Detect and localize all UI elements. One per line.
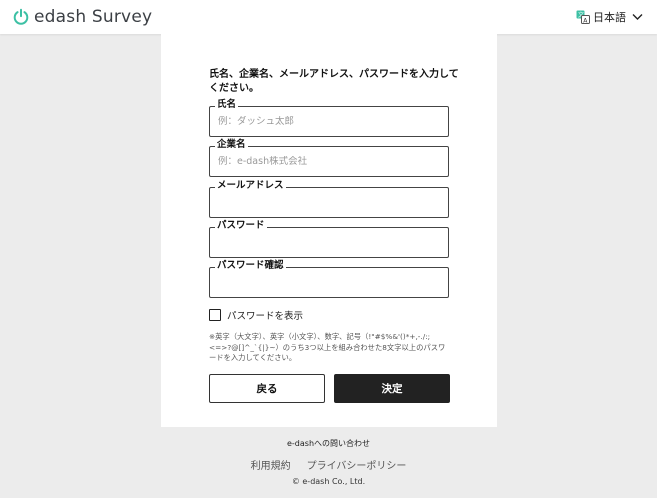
email-field[interactable]: メールアドレス	[209, 180, 449, 218]
language-selector[interactable]: 文 A 日本語	[576, 9, 643, 25]
password-label: パスワード	[215, 220, 267, 232]
logo-text: edash Survey	[34, 7, 153, 27]
show-password-checkbox[interactable]	[209, 309, 221, 321]
show-password-toggle[interactable]: パスワードを表示	[209, 308, 303, 322]
email-label: メールアドレス	[215, 180, 286, 192]
password-hint: ※英字（大文字）、英字（小文字）、数字、記号（!"#$%&'()*+,-./:;…	[209, 332, 446, 362]
company-input[interactable]	[218, 156, 438, 167]
back-button[interactable]: 戻る	[209, 374, 325, 403]
submit-button[interactable]: 決定	[334, 374, 450, 403]
header: edash Survey 文 A 日本語	[0, 0, 657, 34]
privacy-link[interactable]: プライバシーポリシー	[307, 457, 407, 472]
registration-card: 氏名、企業名、メールアドレス、パスワードを入力してください。 氏名 企業名 メー…	[161, 34, 497, 427]
terms-link[interactable]: 利用規約	[251, 457, 291, 472]
name-field[interactable]: 氏名	[209, 99, 449, 137]
company-label: 企業名	[215, 139, 248, 151]
instruction-text: 氏名、企業名、メールアドレス、パスワードを入力してください。	[209, 69, 459, 94]
contact-link[interactable]: e-dashへの問い合わせ	[0, 438, 657, 449]
translate-icon: 文 A	[576, 10, 590, 24]
password-confirm-label: パスワード確認	[215, 260, 286, 272]
password-confirm-input[interactable]	[218, 277, 438, 288]
name-input[interactable]	[218, 116, 438, 127]
email-input[interactable]	[218, 197, 438, 208]
company-field[interactable]: 企業名	[209, 139, 449, 177]
chevron-down-icon	[632, 14, 643, 20]
password-field[interactable]: パスワード	[209, 220, 449, 258]
password-input[interactable]	[218, 237, 438, 248]
password-confirm-field[interactable]: パスワード確認	[209, 260, 449, 298]
copyright: © e-dash Co., Ltd.	[291, 477, 366, 486]
power-logo-icon	[13, 8, 29, 25]
show-password-label: パスワードを表示	[227, 311, 304, 322]
footer-links: 利用規約 プライバシーポリシー	[0, 457, 657, 472]
logo[interactable]: edash Survey	[12, 6, 152, 28]
language-label: 日本語	[593, 11, 626, 24]
name-label: 氏名	[215, 99, 239, 111]
